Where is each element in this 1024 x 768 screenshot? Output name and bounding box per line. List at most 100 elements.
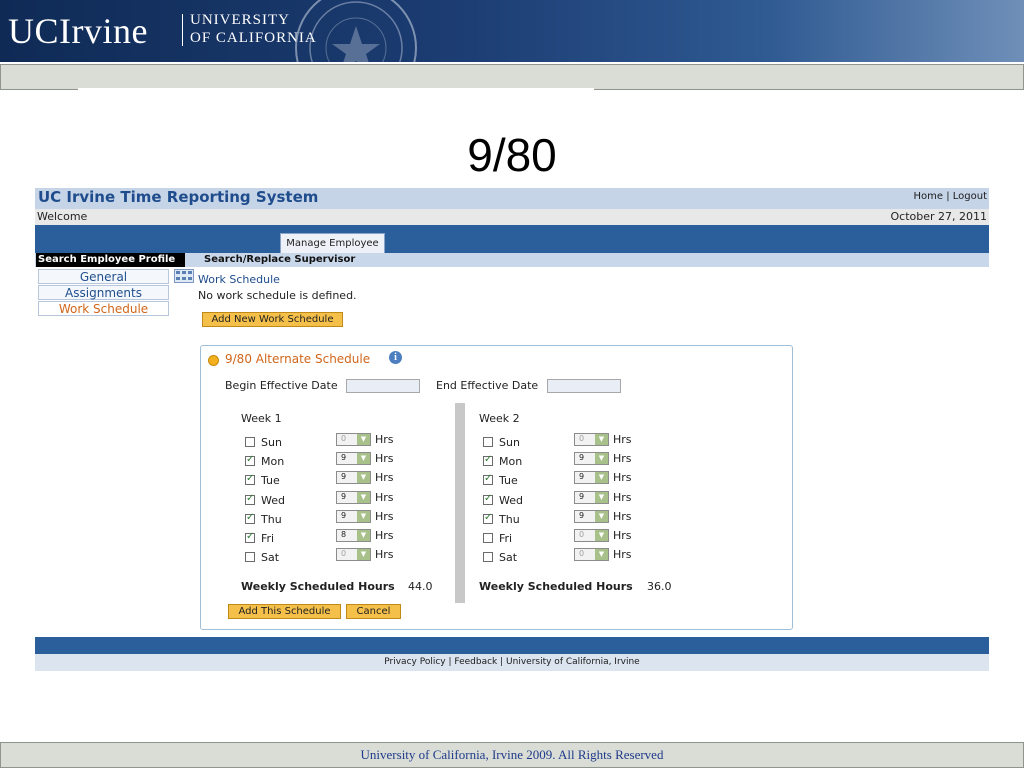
day-label: Sun <box>499 436 520 449</box>
logout-link[interactable]: Logout <box>953 191 987 202</box>
hours-value: 9 <box>341 492 347 501</box>
feedback-link[interactable]: Feedback <box>454 657 497 667</box>
slide-title: 9/80 <box>467 129 557 181</box>
slide-footer: University of California, Irvine 2009. A… <box>0 742 1024 768</box>
hours-select[interactable]: 0 ▼ <box>574 529 609 542</box>
app-header-links: Home | Logout <box>913 191 987 202</box>
app-title: UC Irvine Time Reporting System <box>38 188 319 206</box>
chevron-down-icon[interactable]: ▼ <box>595 434 608 445</box>
chevron-down-icon[interactable]: ▼ <box>595 549 608 560</box>
day-label: Sun <box>261 436 282 449</box>
day-checkbox[interactable] <box>483 454 493 466</box>
hours-select[interactable]: 9 ▼ <box>574 452 609 465</box>
hours-value: 9 <box>579 453 585 462</box>
day-label: Thu <box>499 513 520 526</box>
hours-value: 0 <box>341 549 347 558</box>
chevron-down-icon[interactable]: ▼ <box>595 453 608 464</box>
day-checkbox[interactable] <box>245 552 255 562</box>
uci-link[interactable]: University of California, Irvine <box>506 657 640 667</box>
chevron-down-icon[interactable]: ▼ <box>595 492 608 503</box>
day-row: Mon <box>245 454 325 469</box>
hours-select[interactable]: 9 ▼ <box>336 510 371 523</box>
hrs-label: Hrs <box>375 529 394 542</box>
university-seal-icon <box>295 0 417 62</box>
day-checkbox[interactable] <box>483 437 493 447</box>
info-icon[interactable]: i <box>389 351 402 364</box>
hours-value: 8 <box>341 530 347 539</box>
hours-select[interactable]: 9 ▼ <box>336 471 371 484</box>
add-this-schedule-button[interactable]: Add This Schedule <box>228 604 341 619</box>
app-footer-band <box>35 637 989 654</box>
chevron-down-icon[interactable]: ▼ <box>595 530 608 541</box>
day-row: Sat <box>483 551 563 565</box>
begin-effective-date-label: Begin Effective Date <box>225 379 338 392</box>
day-checkbox[interactable] <box>245 473 255 485</box>
sub-nav-search-employee-profile[interactable]: Search Employee Profile <box>36 253 185 267</box>
add-new-work-schedule-button[interactable]: Add New Work Schedule <box>202 312 343 327</box>
chevron-down-icon[interactable]: ▼ <box>357 472 370 483</box>
hours-select[interactable]: 9 ▼ <box>336 491 371 504</box>
current-date: October 27, 2011 <box>890 210 987 223</box>
hours-select[interactable]: 8 ▼ <box>336 529 371 542</box>
sub-nav-search-replace-supervisor[interactable]: Search/Replace Supervisor <box>204 253 355 267</box>
day-row: Thu <box>483 512 563 527</box>
chevron-down-icon[interactable]: ▼ <box>357 453 370 464</box>
hours-select[interactable]: 9 ▼ <box>574 491 609 504</box>
hours-select[interactable]: 0 ▼ <box>574 548 609 561</box>
weekly-scheduled-hours-label: Weekly Scheduled Hours <box>241 580 395 593</box>
chevron-down-icon[interactable]: ▼ <box>357 492 370 503</box>
cancel-button[interactable]: Cancel <box>346 604 401 619</box>
day-row: Wed <box>245 493 325 508</box>
begin-effective-date-input[interactable] <box>346 379 420 393</box>
hours-select[interactable]: 0 ▼ <box>336 548 371 561</box>
welcome-text: Welcome <box>37 210 88 223</box>
tab-manage-employee[interactable]: Manage Employee <box>280 233 385 254</box>
chevron-down-icon[interactable]: ▼ <box>357 511 370 522</box>
header-banner: UCIrvine UNIVERSITY OF CALIFORNIA <box>0 0 1024 62</box>
end-effective-date-input[interactable] <box>547 379 621 393</box>
day-checkbox[interactable] <box>245 454 255 466</box>
welcome-bar: Welcome October 27, 2011 <box>35 209 989 226</box>
day-checkbox[interactable] <box>483 512 493 524</box>
grid-icon <box>174 269 194 283</box>
hrs-label: Hrs <box>613 452 632 465</box>
day-label: Thu <box>261 513 282 526</box>
home-link[interactable]: Home <box>913 191 943 202</box>
panel-title: 9/80 Alternate Schedule <box>225 352 371 366</box>
hours-select[interactable]: 9 ▼ <box>574 510 609 523</box>
hrs-label: Hrs <box>375 471 394 484</box>
privacy-policy-link[interactable]: Privacy Policy <box>384 657 445 667</box>
logo-divider <box>182 14 183 46</box>
hours-value: 0 <box>579 530 585 539</box>
hrs-label: Hrs <box>375 452 394 465</box>
hours-select[interactable]: 9 ▼ <box>574 471 609 484</box>
day-checkbox[interactable] <box>483 533 493 543</box>
hours-select[interactable]: 9 ▼ <box>336 452 371 465</box>
time-reporting-app: UC Irvine Time Reporting System Home | L… <box>35 188 989 672</box>
hours-select[interactable]: 0 ▼ <box>336 433 371 446</box>
day-row: Sun <box>245 436 325 450</box>
day-checkbox[interactable] <box>483 493 493 505</box>
day-checkbox[interactable] <box>483 473 493 485</box>
hrs-label: Hrs <box>375 548 394 561</box>
chevron-down-icon[interactable]: ▼ <box>595 511 608 522</box>
app-footer-links: Privacy Policy | Feedback | University o… <box>35 654 989 671</box>
collapse-bullet-icon[interactable] <box>208 355 219 366</box>
day-checkbox[interactable] <box>245 493 255 505</box>
hours-value: 9 <box>579 511 585 520</box>
day-checkbox[interactable] <box>245 512 255 524</box>
chevron-down-icon[interactable]: ▼ <box>357 434 370 445</box>
day-checkbox[interactable] <box>483 552 493 562</box>
sidebar-item-work-schedule[interactable]: Work Schedule <box>38 301 169 316</box>
hours-value: 9 <box>341 453 347 462</box>
sidebar-item-assignments[interactable]: Assignments <box>38 285 169 300</box>
sidebar-item-general[interactable]: General <box>38 269 169 284</box>
hours-select[interactable]: 0 ▼ <box>574 433 609 446</box>
day-row: Fri <box>245 531 325 546</box>
day-row: Sun <box>483 436 563 450</box>
day-checkbox[interactable] <box>245 531 255 543</box>
chevron-down-icon[interactable]: ▼ <box>357 530 370 541</box>
chevron-down-icon[interactable]: ▼ <box>595 472 608 483</box>
chevron-down-icon[interactable]: ▼ <box>357 549 370 560</box>
day-checkbox[interactable] <box>245 437 255 447</box>
